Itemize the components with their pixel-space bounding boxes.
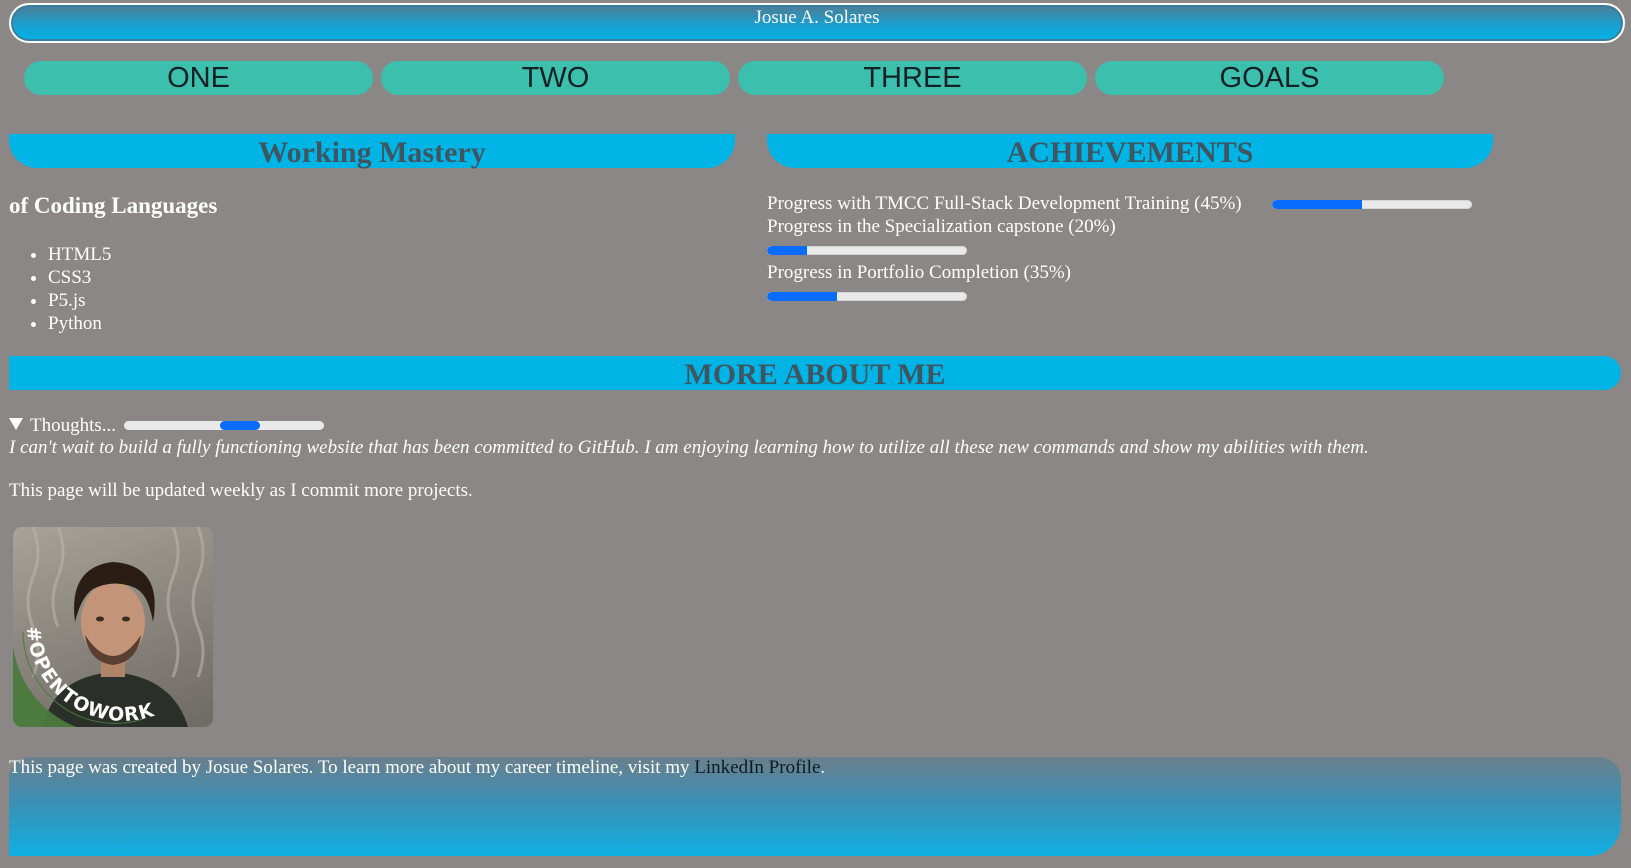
footer-suffix: . — [820, 757, 826, 778]
progress-bar-portfolio — [767, 292, 967, 301]
footer-text: This page was created by Josue Solares. … — [9, 757, 825, 779]
working-mastery-banner: Working Mastery — [9, 134, 735, 169]
linkedin-link[interactable]: LinkedIn Profile — [694, 757, 820, 778]
progress-bar-capstone — [767, 246, 967, 255]
progress-bar-training — [1272, 200, 1472, 209]
list-item: Python — [48, 312, 111, 335]
svg-text:#OPENTOWORK: #OPENTOWORK — [22, 625, 158, 726]
achievements-banner: ACHIEVEMENTS — [767, 134, 1493, 169]
update-note: This page will be updated weekly as I co… — [9, 480, 473, 501]
language-list: HTML5 CSS3 P5.js Python — [9, 243, 111, 335]
open-to-work-badge: #OPENTOWORK — [22, 625, 158, 726]
site-title: Josue A. Solares — [754, 7, 880, 28]
thoughts-label: Thoughts... — [30, 415, 117, 436]
list-item: CSS3 — [48, 266, 111, 289]
progress-fill — [767, 292, 837, 301]
progress-fill — [1272, 200, 1362, 209]
more-about-me-banner: MORE ABOUT ME — [9, 356, 1621, 391]
progress-label-training: Progress with TMCC Full-Stack Developmen… — [767, 193, 1242, 214]
thoughts-summary[interactable]: Thoughts... — [9, 415, 116, 437]
badge-text: #OPENTOWORK — [22, 625, 157, 726]
progress-label-capstone: Progress in the Specialization capstone … — [767, 216, 1116, 237]
nav-button-one[interactable]: ONE — [24, 61, 373, 95]
footer-prefix: This page was created by Josue Solares. … — [9, 757, 695, 778]
nav-button-two[interactable]: TWO — [381, 61, 730, 95]
mastery-subtitle: of Coding Languages — [9, 193, 218, 218]
nav-button-three[interactable]: THREE — [738, 61, 1087, 95]
progress-indicator — [220, 421, 260, 430]
nav-button-goals[interactable]: GOALS — [1095, 61, 1444, 95]
thought-text: I can't wait to build a fully functionin… — [9, 437, 1369, 458]
main-nav: ONE TWO THREE GOALS — [24, 61, 1444, 95]
profile-photo: #OPENTOWORK — [13, 527, 213, 727]
indeterminate-progress-bar — [124, 421, 324, 430]
progress-fill — [767, 246, 807, 255]
progress-label-portfolio: Progress in Portfolio Completion (35%) — [767, 262, 1071, 283]
list-item: P5.js — [48, 289, 111, 312]
disclosure-triangle-icon — [9, 418, 23, 430]
page-header: Josue A. Solares — [9, 3, 1625, 43]
page-footer: This page was created by Josue Solares. … — [9, 757, 1621, 856]
list-item: HTML5 — [48, 243, 111, 266]
